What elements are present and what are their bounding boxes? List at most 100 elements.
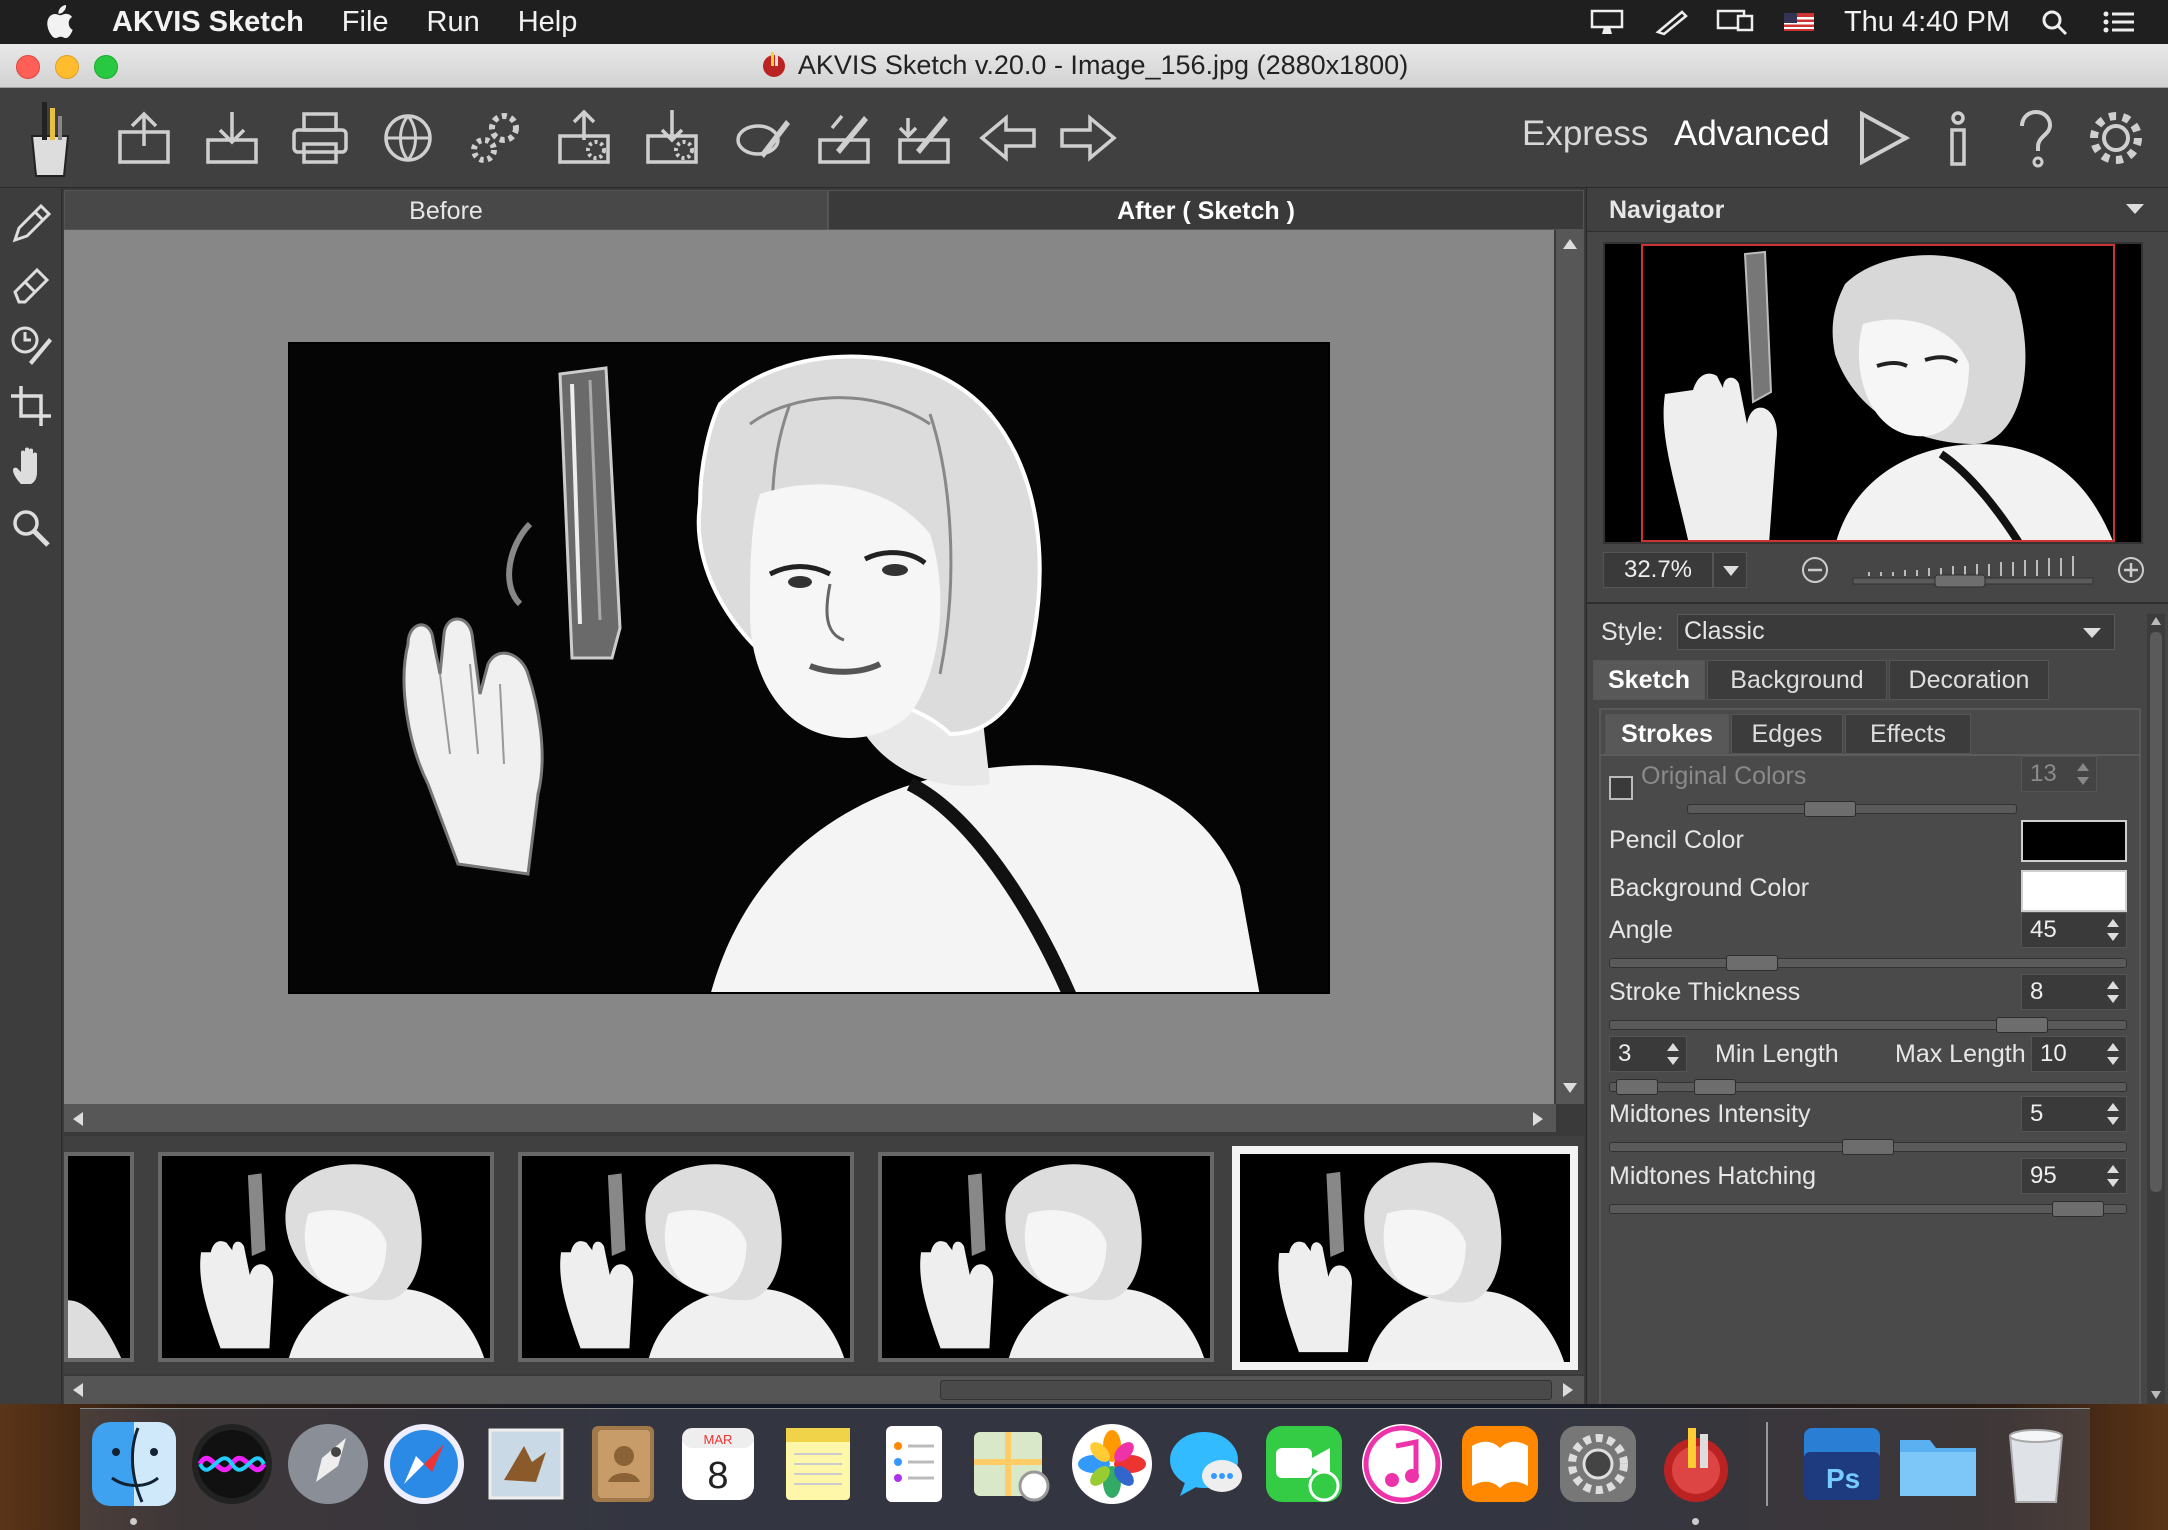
menu-app-name[interactable]: AKVIS Sketch — [112, 6, 304, 39]
safari-icon[interactable] — [382, 1422, 466, 1506]
slider-knob[interactable] — [1804, 801, 1856, 817]
filmstrip-thumbnail[interactable] — [64, 1152, 134, 1362]
original-colors-slider[interactable] — [1687, 801, 2017, 817]
canvas-vertical-scrollbar[interactable] — [1556, 230, 1584, 1104]
reminders-icon[interactable] — [872, 1422, 956, 1506]
tab-edges[interactable]: Edges — [1731, 714, 1843, 754]
original-colors-value[interactable]: 13 — [2021, 756, 2097, 792]
filmstrip-thumbnail-selected[interactable] — [1232, 1146, 1578, 1370]
itunes-icon[interactable] — [1360, 1422, 1444, 1506]
us-flag-icon[interactable] — [1780, 8, 1818, 36]
zoom-in-icon[interactable] — [2117, 556, 2145, 584]
hand-tool-icon[interactable] — [9, 444, 53, 488]
filmstrip-thumbnail[interactable] — [878, 1152, 1214, 1362]
publish-icon[interactable] — [376, 106, 440, 170]
spinner-arrows-icon[interactable] — [1664, 1039, 1682, 1069]
pen-tablet-icon[interactable] — [1652, 8, 1690, 36]
scroll-right-arrow-icon[interactable] — [1562, 1382, 1574, 1398]
menubar-clock[interactable]: Thu 4:40 PM — [1844, 6, 2010, 39]
max-length-spinner[interactable]: 10 — [2031, 1036, 2127, 1072]
maps-icon[interactable] — [968, 1422, 1052, 1506]
original-colors-checkbox[interactable] — [1609, 776, 1633, 800]
zoom-out-icon[interactable] — [1801, 556, 1829, 584]
screen-mirror-icon[interactable] — [1716, 8, 1754, 36]
midtones-hatching-spinner[interactable]: 95 — [2021, 1158, 2127, 1194]
angle-spinner[interactable]: 45 — [2021, 912, 2127, 948]
navigator-viewport-frame[interactable] — [1641, 244, 2115, 542]
pencil-tool-icon[interactable] — [9, 202, 53, 246]
display-icon[interactable] — [1588, 8, 1626, 36]
zoom-dropdown-button[interactable] — [1713, 552, 1747, 588]
length-range-slider[interactable] — [1609, 1079, 2127, 1095]
finder-icon[interactable] — [92, 1422, 176, 1506]
open-image-icon[interactable] — [112, 106, 176, 170]
scroll-down-arrow-icon[interactable] — [1562, 1082, 1578, 1094]
midtones-intensity-slider[interactable] — [1609, 1139, 2127, 1155]
slider-knob[interactable] — [1842, 1139, 1894, 1155]
filmstrip-thumbnail[interactable] — [518, 1152, 854, 1362]
slider-knob-min[interactable] — [1616, 1079, 1658, 1095]
zoom-slider[interactable] — [1849, 550, 2099, 590]
tab-effects[interactable]: Effects — [1845, 714, 1971, 754]
zoom-value[interactable]: 32.7% — [1603, 552, 1713, 588]
tab-decoration[interactable]: Decoration — [1889, 660, 2049, 700]
mail-icon[interactable] — [484, 1422, 568, 1506]
load-preset-icon[interactable] — [552, 106, 616, 170]
ibooks-icon[interactable] — [1458, 1422, 1542, 1506]
notification-center-icon[interactable] — [2100, 8, 2138, 36]
tab-after-sketch[interactable]: After ( Sketch ) — [828, 190, 1584, 230]
scroll-down-arrow-icon[interactable] — [2150, 1390, 2162, 1400]
tab-before[interactable]: Before — [64, 190, 828, 230]
siri-icon[interactable] — [190, 1422, 274, 1506]
spinner-arrows-icon[interactable] — [2104, 1099, 2122, 1129]
akvis-sketch-dock-icon[interactable] — [1654, 1422, 1738, 1506]
zoom-tool-icon[interactable] — [9, 506, 53, 550]
tab-strokes[interactable]: Strokes — [1605, 714, 1729, 754]
slider-knob[interactable] — [1996, 1017, 2048, 1033]
settings-gear-icon[interactable] — [2084, 106, 2148, 170]
scroll-left-arrow-icon[interactable] — [72, 1111, 84, 1127]
scroll-up-arrow-icon[interactable] — [1562, 238, 1578, 250]
photoshop-folder-icon[interactable]: Ps — [1800, 1422, 1884, 1506]
filmstrip-scrollbar[interactable] — [64, 1376, 1584, 1404]
save-image-icon[interactable] — [200, 106, 264, 170]
scroll-right-arrow-icon[interactable] — [1532, 1111, 1544, 1127]
background-color-swatch[interactable] — [2021, 870, 2127, 912]
slider-knob[interactable] — [1726, 955, 1778, 971]
photos-icon[interactable] — [1070, 1422, 1154, 1506]
print-icon[interactable] — [288, 106, 352, 170]
info-icon[interactable] — [1926, 106, 1990, 170]
settings-scrollbar[interactable] — [2147, 614, 2165, 1404]
scroll-up-arrow-icon[interactable] — [2150, 616, 2162, 626]
navigator-preview[interactable] — [1603, 242, 2143, 544]
folder-icon[interactable] — [1896, 1422, 1980, 1506]
sketch-result-image[interactable] — [288, 342, 1330, 994]
canvas-horizontal-scrollbar[interactable] — [64, 1104, 1556, 1132]
tab-background[interactable]: Background — [1707, 660, 1887, 700]
spotlight-search-icon[interactable] — [2036, 8, 2074, 36]
run-play-icon[interactable] — [1850, 106, 1914, 170]
spinner-arrows-icon[interactable] — [2104, 1039, 2122, 1069]
style-dropdown[interactable]: Classic — [1677, 614, 2115, 650]
stroke-thickness-slider[interactable] — [1609, 1017, 2127, 1033]
pencil-color-swatch[interactable] — [2021, 820, 2127, 862]
min-length-spinner[interactable]: 3 — [1609, 1036, 1687, 1072]
import-strokes-icon[interactable] — [892, 106, 956, 170]
trash-icon[interactable] — [1994, 1422, 2078, 1506]
eraser-tool-icon[interactable] — [9, 262, 53, 306]
spinner-arrows-icon[interactable] — [2104, 1161, 2122, 1191]
notes-icon[interactable] — [776, 1422, 860, 1506]
advanced-mode-button[interactable]: Advanced — [1674, 114, 1830, 154]
system-preferences-icon[interactable] — [1556, 1422, 1640, 1506]
calendar-icon[interactable]: MAR 8 — [676, 1422, 760, 1506]
spinner-arrows-icon[interactable] — [2074, 759, 2092, 789]
launchpad-icon[interactable] — [286, 1422, 370, 1506]
angle-slider[interactable] — [1609, 955, 2127, 971]
crop-tool-icon[interactable] — [9, 384, 53, 428]
midtones-intensity-spinner[interactable]: 5 — [2021, 1096, 2127, 1132]
slider-knob[interactable] — [2052, 1201, 2104, 1217]
settings-scroll-thumb[interactable] — [2150, 632, 2162, 1192]
batch-processing-icon[interactable] — [464, 106, 528, 170]
menu-help[interactable]: Help — [518, 6, 578, 39]
slider-knob-max[interactable] — [1694, 1079, 1736, 1095]
